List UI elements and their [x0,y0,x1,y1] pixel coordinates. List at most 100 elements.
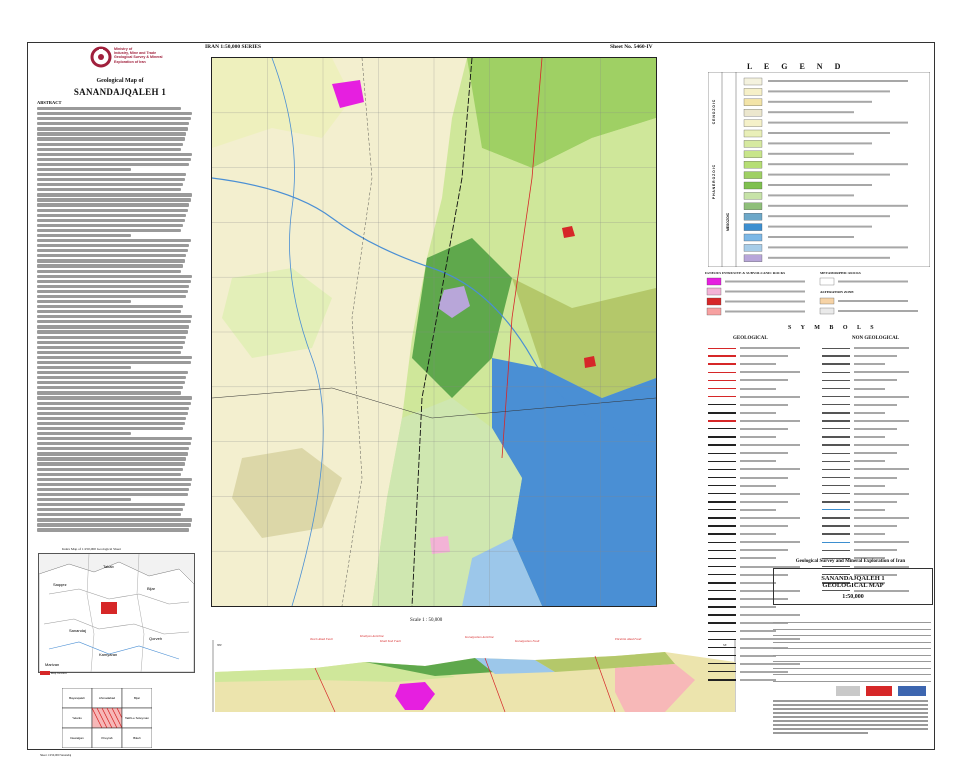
symbol-row [822,538,932,546]
abstract-line [37,299,132,304]
abstract-line [37,178,185,182]
igneous-heading: IGNEOUS INTRUSIVE & SUBVOLCANIC ROCKS [705,271,786,275]
non-geological-symbols-heading: NON GEOLOGICAL [852,336,900,341]
index-place: Bijar [147,586,156,591]
symbol-swatch [708,355,736,357]
symbol-row [822,514,932,522]
logo-placeholder [898,686,926,696]
fine-print-line [773,715,928,719]
abstract-line [37,167,132,172]
symbol-row [822,506,932,514]
symbol-swatch [708,492,736,495]
abstract-line [37,284,190,288]
symbol-swatch [708,638,736,641]
scale-label: Scale 1 : 50,000 [410,618,443,623]
symbol-swatch [822,501,850,503]
abstract-line [37,223,183,227]
symbol-swatch [708,363,736,365]
symbol-swatch [822,388,850,390]
abstract-line [37,137,185,141]
geological-map[interactable] [211,57,657,607]
fine-print-line [773,719,928,723]
symbol-description [854,500,897,503]
symbol-description [740,678,776,681]
symbol-description [740,452,788,455]
symbol-description [854,541,909,544]
symbol-swatch [708,501,736,503]
symbol-description [740,411,776,414]
abstract-line [37,173,187,177]
abstract-line [37,228,182,233]
symbol-swatch [708,622,736,624]
symbol-swatch [708,388,736,390]
abstract-line [37,142,183,146]
ministry-line: Geological Survey & Mineral [114,55,163,60]
igneous-swatch [706,297,722,306]
igneous-description [725,310,805,313]
legend-unit-swatch [743,192,763,200]
legend-unit-swatch [743,150,763,158]
symbol-swatch [708,662,736,665]
sheet-grid-label: Yelanlu [72,716,82,720]
symbol-swatch [708,679,736,681]
abstract-line [37,437,193,441]
symbol-row [822,360,932,368]
symbol-description [740,419,800,422]
index-place: Qorveh [149,636,162,641]
index-place: Takab [103,564,114,569]
symbol-swatch [708,460,736,463]
symbol-swatch [822,452,850,455]
symbol-row [708,530,818,538]
abstract-line [37,254,187,258]
igneous-description [725,300,805,303]
legend-era-label: C E N O Z O I C [712,99,716,124]
symbol-description [740,371,800,374]
symbol-swatch [822,460,850,463]
symbol-swatch [822,428,850,430]
symbol-swatch [708,403,736,406]
legend-unit-description [768,246,908,249]
symbol-swatch [708,371,736,374]
legend-unit-swatch [743,244,763,252]
symbol-description [854,468,909,471]
gsi-logo-icon [90,46,112,68]
symbol-row [822,482,932,490]
legend-unit-swatch [743,98,763,106]
legend-era-label: P H A N E R O Z O I C [712,164,716,199]
section-label: Ebrahim Abad Fault [614,637,641,641]
symbol-swatch [822,484,850,487]
symbol-row [822,384,932,392]
sheet-grid-label: Dewalgan [70,736,84,740]
legend-unit-description [768,80,908,82]
symbol-row [822,490,932,498]
index-place: Saqqez [53,582,67,587]
symbol-row [822,368,932,376]
symbol-row [708,474,818,482]
abstract-heading: ABSTRACT [37,100,62,105]
symbol-description [854,452,897,455]
abstract-line [37,162,190,167]
symbol-description [854,363,885,366]
symbol-row [708,368,818,376]
alteration-description [838,300,908,302]
abstract-line [37,325,190,329]
symbol-description [854,387,885,390]
igneous-swatch [706,277,722,286]
abstract-line [37,330,188,334]
symbol-description [740,517,800,520]
legend-era-label: MESOZOIC [726,212,730,231]
symbol-row [822,417,932,425]
abstract-line [37,411,188,415]
fine-print-line [773,700,928,703]
symbol-swatch [708,533,736,535]
abstract-line [37,355,193,360]
symbol-swatch [708,517,736,519]
abstract-line [37,386,183,390]
symbol-description [740,427,788,430]
legend-unit-description [768,152,854,155]
symbol-description [740,355,788,358]
symbol-row [708,465,818,473]
symbols-title: S Y M B O L S [788,325,878,331]
metamorphic-description [838,280,908,283]
abstract-line [37,442,191,446]
